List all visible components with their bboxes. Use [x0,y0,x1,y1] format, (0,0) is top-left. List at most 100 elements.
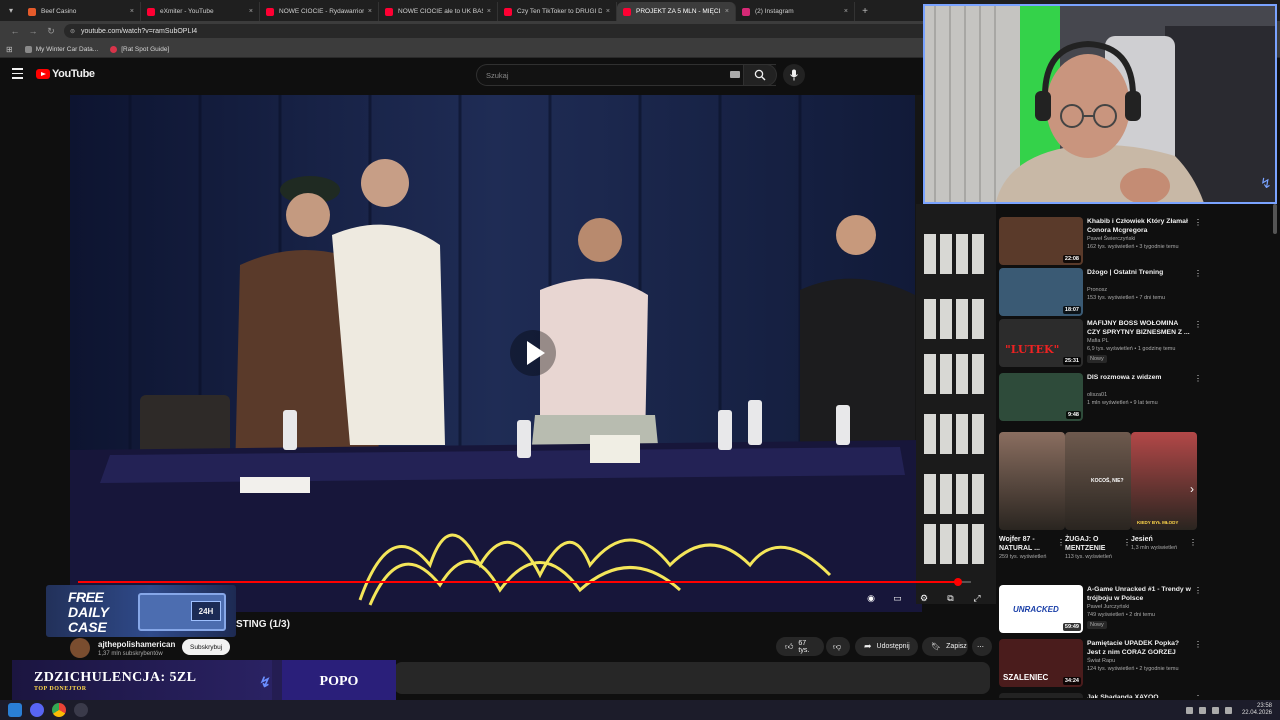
youtube-logo[interactable]: YouTube [36,68,95,80]
channel-name[interactable]: Świat Rapu [1087,658,1115,664]
video-thumbnail[interactable]: 34:24 SZALENIEC [999,639,1083,687]
close-tab-icon[interactable]: × [487,8,491,15]
short-item[interactable]: KIEDY BYŁ MŁODY Jesień 1,3 mln wyświetleń ⋮ [1131,432,1197,551]
browser-tab[interactable]: NOWE CIOCIE ale to UK BASS!... × [379,2,498,21]
short-item[interactable]: Wojfer 87 - NATURAL ... 259 tys. wyświetl… [999,432,1065,560]
share-button[interactable]: ➦ Udostępnij [855,637,918,656]
more-options-icon[interactable]: ⋮ [1057,538,1065,547]
network-icon[interactable] [1211,706,1219,714]
channel-info[interactable]: ajthepolishamerican 1,37 mln subskrybent… [70,638,175,658]
recommendation-item[interactable]: 34:24 SZALENIEC Pamiętacie UPADEK Popka? J… [996,639,1206,689]
more-options-icon[interactable]: ⋮ [1194,640,1202,649]
video-thumbnail[interactable]: 59:49 UNRACKED [999,585,1083,633]
shorts-next-arrow-icon[interactable]: › [1190,482,1194,496]
like-button[interactable]: 👍︎ 67 tys. [776,637,824,656]
url-bar[interactable]: ⊜ youtube.com/watch?v=ramSubOPLI4 [64,24,964,38]
browser-tab[interactable]: PROJEKT ZA 5 MLN - MIĘCI... × [617,2,736,21]
video-title[interactable]: Khabib i Człowiek Który Złamał Conora Mc… [1087,218,1193,235]
recommendation-item[interactable]: 59:49 UNRACKED A-Game Unracked #1 - Trendy… [996,585,1206,635]
channel-avatar[interactable] [70,638,90,658]
short-thumbnail[interactable]: KIEDY BYŁ MŁODY [1131,432,1197,530]
app-icon[interactable] [74,703,88,717]
reload-icon[interactable]: ↻ [42,26,60,37]
browser-tab[interactable]: eXmiter - YouTube × [141,2,260,21]
sidebar-scrollbar[interactable] [1273,204,1277,234]
battery-icon[interactable] [1224,706,1232,714]
play-icon[interactable] [510,330,556,376]
more-options-icon[interactable]: ⋮ [1194,586,1202,595]
site-info-icon[interactable]: ⊜ [70,28,75,35]
more-actions-button[interactable]: ⋯ [972,637,992,656]
close-tab-icon[interactable]: × [606,8,610,15]
more-options-icon[interactable]: ⋮ [1123,538,1131,547]
more-options-icon[interactable]: ⋮ [1194,694,1202,698]
channel-name[interactable]: Pronosz [1087,287,1107,293]
subscribe-button[interactable]: Subskrybuj [182,639,231,655]
video-title[interactable]: MAFIJNY BOSS WOŁOMINA CZY SPRYTNY BIZNES… [1087,320,1193,337]
bookmark-item[interactable]: [Rat Spot Guide] [110,45,169,53]
close-tab-icon[interactable]: × [368,8,372,15]
search-button[interactable] [743,64,777,86]
recommendation-item[interactable]: 18:07 Dżogo | Ostatni Trening Pronosz 153 t… [996,268,1206,318]
short-item[interactable]: KOCOŚ, NIE? ŻUGAJ: O MENTZENIE 113 tys. wy… [1065,432,1131,560]
windows-start-icon[interactable] [8,703,22,717]
more-options-icon[interactable]: ⋮ [1194,218,1202,227]
browser-tab[interactable]: Beef Casino × [22,2,141,21]
channel-name[interactable]: ajthepolishamerican [98,640,175,649]
browser-tab[interactable]: Czy Ten TikToker to DRUGI Dan... × [498,2,617,21]
settings-gear-icon[interactable]: ⚙ [917,591,931,605]
more-options-icon[interactable]: ⋮ [1194,320,1202,329]
video-thumbnail[interactable]: 25:31 "LUTEK" [999,319,1083,367]
video-thumbnail[interactable] [999,693,1083,698]
recommendation-item[interactable]: 9:48 DIS rozmowa z widzem olisza01 1 mln wy… [996,373,1206,423]
clock[interactable]: 23:58 22.04.2026 [1242,703,1272,717]
video-thumbnail[interactable]: 9:48 [999,373,1083,421]
browser-tab[interactable]: (2) Instagram × [736,2,855,21]
chrome-icon[interactable] [52,703,66,717]
close-tab-icon[interactable]: × [130,8,134,15]
video-title[interactable]: Dżogo | Ostatni Trening [1087,269,1193,278]
microphone-button[interactable] [783,64,805,86]
short-title[interactable]: Wojfer 87 - NATURAL ... [999,535,1053,553]
channel-name[interactable]: olisza01 [1087,392,1107,398]
video-player[interactable] [70,95,922,612]
subtitles-icon[interactable]: ▭ [891,591,905,605]
tab-search-icon[interactable]: ▾ [0,0,22,21]
more-options-icon[interactable]: ⋮ [1189,538,1197,547]
recommendation-item[interactable]: 25:31 "LUTEK" MAFIJNY BOSS WOŁOMINA CZY SP… [996,319,1206,369]
miniplayer-icon[interactable]: ⧉ [944,591,958,605]
recommendation-item[interactable]: 22:08 Khabib i Człowiek Który Złamał Cono… [996,217,1206,267]
video-progress-bar[interactable] [78,578,971,586]
more-options-icon[interactable]: ⋮ [1194,374,1202,383]
video-thumbnail[interactable]: 22:08 [999,217,1083,265]
short-title[interactable]: ŻUGAJ: O MENTZENIE [1065,535,1119,553]
apps-grid-icon[interactable]: ⊞ [6,45,13,54]
channel-name[interactable]: Paweł Świerczyński [1087,236,1135,242]
volume-icon[interactable] [1198,706,1206,714]
short-thumbnail[interactable]: KOCOŚ, NIE? [1065,432,1131,530]
description-box[interactable] [394,662,990,694]
short-thumbnail[interactable] [999,432,1065,530]
video-title[interactable]: Jak Shadanda XAYOO... [1087,694,1193,698]
video-title[interactable]: DIS rozmowa z widzem [1087,374,1193,383]
bookmark-item[interactable]: My Winter Car Data... [24,45,98,53]
close-tab-icon[interactable]: × [249,8,253,15]
short-title[interactable]: Jesień [1131,535,1185,544]
back-arrow-icon[interactable]: ← [6,26,24,36]
tray-chevron-icon[interactable] [1185,706,1193,714]
dislike-button[interactable]: 👎︎ [826,637,850,656]
forward-arrow-icon[interactable]: → [24,26,42,36]
video-title[interactable]: A-Game Unracked #1 - Trendy w trójboju w… [1087,586,1193,603]
recommendation-item[interactable]: Jak Shadanda XAYOO...⋮ [996,693,1206,698]
video-thumbnail[interactable]: 18:07 [999,268,1083,316]
video-title[interactable]: Pamiętacie UPADEK Popka? Jest z nim CORA… [1087,640,1193,657]
keyboard-icon[interactable] [730,71,740,78]
autoplay-toggle-icon[interactable]: ◉ [864,591,878,605]
channel-name[interactable]: Mafia PL [1087,338,1109,344]
hamburger-icon[interactable] [12,68,23,80]
discord-icon[interactable] [30,703,44,717]
fullscreen-icon[interactable]: ⤢ [970,591,984,605]
progress-scrubber[interactable] [953,578,962,586]
browser-tab[interactable]: NOWE CIOCIE - Rydawarrior (y... × [260,2,379,21]
channel-name[interactable]: Paweł Jurczyński [1087,604,1129,610]
